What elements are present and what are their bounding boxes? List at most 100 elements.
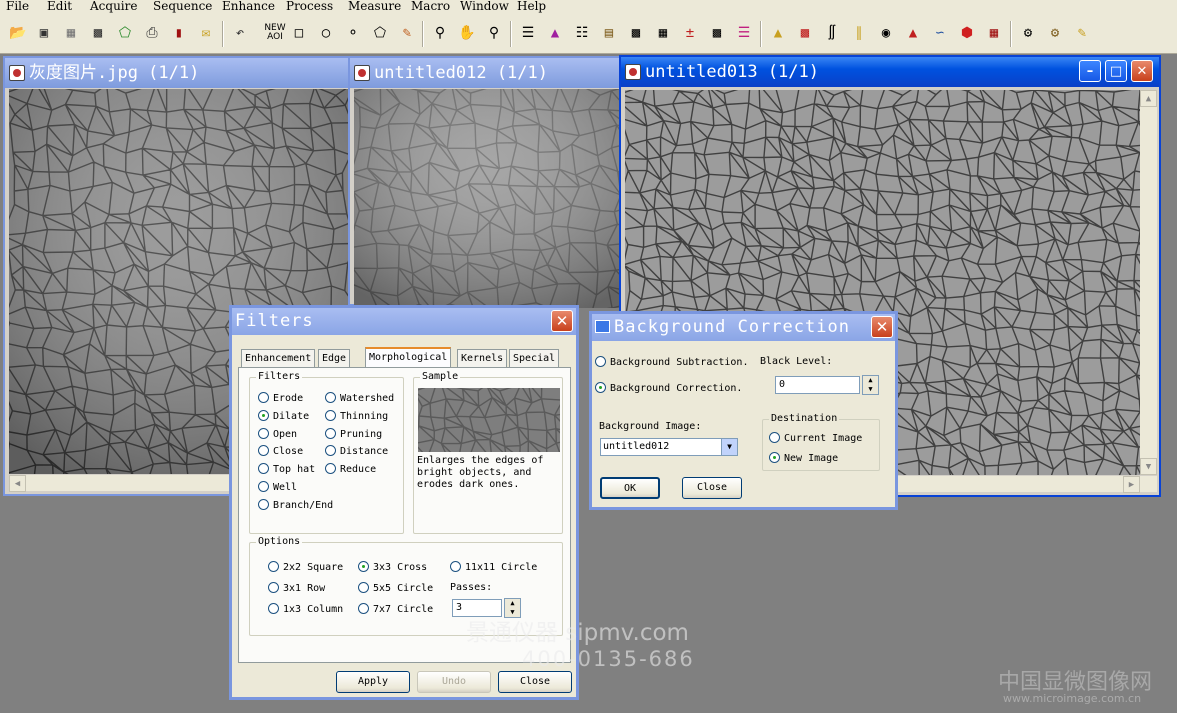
freehand-aoi-icon[interactable]: ⚬ bbox=[342, 22, 364, 44]
menu-process[interactable]: Process bbox=[286, 0, 333, 15]
radio-background-correction[interactable]: Background Correction. bbox=[595, 382, 742, 395]
radio-button[interactable] bbox=[358, 603, 369, 614]
radio-button[interactable] bbox=[258, 392, 269, 403]
radio-button[interactable] bbox=[325, 445, 336, 456]
radio-pruning[interactable]: Pruning bbox=[325, 428, 382, 441]
radio-branch-end[interactable]: Branch/End bbox=[258, 499, 333, 512]
ok-button[interactable]: OK bbox=[600, 477, 660, 499]
radio-7x7-circle[interactable]: 7x7 Circle bbox=[358, 603, 433, 616]
tab-morphological[interactable]: Morphological bbox=[365, 347, 452, 367]
script-icon[interactable]: ⚙ bbox=[1044, 22, 1066, 44]
radio-button[interactable] bbox=[325, 463, 336, 474]
tiles-icon[interactable]: ▩ bbox=[706, 22, 728, 44]
radio-button[interactable] bbox=[258, 463, 269, 474]
radio-button[interactable] bbox=[258, 481, 269, 492]
radio-button[interactable] bbox=[258, 445, 269, 456]
layers-icon[interactable]: ▤ bbox=[598, 22, 620, 44]
chevron-down-icon[interactable]: ▼ bbox=[721, 439, 737, 455]
radio-5x5-circle[interactable]: 5x5 Circle bbox=[358, 582, 433, 595]
vertical-scrollbar[interactable]: ▲ ▼ bbox=[1140, 90, 1157, 475]
radio-button[interactable] bbox=[325, 428, 336, 439]
close-button[interactable]: Close bbox=[498, 671, 572, 693]
window-title-bar[interactable]: 灰度图片.jpg (1/1) bbox=[5, 58, 348, 88]
colorize-icon[interactable]: ▩ bbox=[794, 22, 816, 44]
pencil-icon[interactable]: ✎ bbox=[396, 22, 418, 44]
report-icon[interactable]: ▦ bbox=[983, 22, 1005, 44]
spectrum-icon[interactable]: ▲ bbox=[902, 22, 924, 44]
menu-sequence[interactable]: Sequence bbox=[153, 0, 212, 15]
macro-icon[interactable]: ⚙ bbox=[1017, 22, 1039, 44]
measure-icon[interactable]: ∬ bbox=[821, 22, 843, 44]
grid-pattern-icon[interactable]: ▩ bbox=[625, 22, 647, 44]
close-button[interactable]: Close bbox=[682, 477, 742, 499]
scroll-up-arrow[interactable]: ▲ bbox=[1140, 90, 1157, 107]
menu-macro[interactable]: Macro bbox=[411, 0, 450, 15]
radio-button[interactable] bbox=[258, 410, 269, 421]
radio-button[interactable] bbox=[358, 561, 369, 572]
image-window-untitled012[interactable]: untitled012 (1/1) bbox=[347, 56, 641, 317]
radio-button[interactable] bbox=[268, 561, 279, 572]
radio-reduce[interactable]: Reduce bbox=[325, 463, 376, 476]
maximize-button[interactable]: □ bbox=[1105, 60, 1127, 82]
camera-icon[interactable]: ▩ bbox=[87, 22, 109, 44]
radio-button[interactable] bbox=[268, 603, 279, 614]
radio-close[interactable]: Close bbox=[258, 445, 303, 458]
radio-button[interactable] bbox=[769, 432, 780, 443]
book-icon[interactable]: ▮ bbox=[168, 22, 190, 44]
radio-watershed[interactable]: Watershed bbox=[325, 392, 394, 405]
radio-well[interactable]: Well bbox=[258, 481, 297, 494]
radio-2x2-square[interactable]: 2x2 Square bbox=[268, 561, 343, 574]
radio-current-image[interactable]: Current Image bbox=[769, 432, 862, 445]
radio-background-subtraction[interactable]: Background Subtraction. bbox=[595, 356, 748, 369]
dialog-title-bar[interactable]: Background Correction bbox=[592, 314, 895, 341]
close-icon[interactable]: ✕ bbox=[551, 310, 573, 332]
radio-button[interactable] bbox=[358, 582, 369, 593]
grid-icon[interactable]: ▦ bbox=[60, 22, 82, 44]
radio-1x3-column[interactable]: 1x3 Column bbox=[268, 603, 343, 616]
undo-icon[interactable]: ↶ bbox=[229, 22, 251, 44]
radio-distance[interactable]: Distance bbox=[325, 445, 388, 458]
dialog-title-bar[interactable]: Filters bbox=[232, 308, 576, 335]
plot-icon[interactable]: ∽ bbox=[929, 22, 951, 44]
zoom-fit-icon[interactable]: ⚲ bbox=[483, 22, 505, 44]
mail-icon[interactable]: ✉ bbox=[195, 22, 217, 44]
save-icon[interactable]: ▣ bbox=[33, 22, 55, 44]
wand-icon[interactable]: ✎ bbox=[1071, 22, 1093, 44]
radio-button[interactable] bbox=[268, 582, 279, 593]
polygon-aoi-icon[interactable]: ⬠ bbox=[369, 22, 391, 44]
radio-erode[interactable]: Erode bbox=[258, 392, 303, 405]
3d-cube-icon[interactable]: ⬢ bbox=[956, 22, 978, 44]
radio-new-image[interactable]: New Image bbox=[769, 452, 838, 465]
window-title-bar[interactable]: untitled012 (1/1) bbox=[350, 58, 622, 88]
palette-icon[interactable]: ☰ bbox=[733, 22, 755, 44]
menu-edit[interactable]: Edit bbox=[47, 0, 72, 15]
image-canvas[interactable] bbox=[347, 81, 641, 317]
apply-button[interactable]: Apply bbox=[336, 671, 410, 693]
radio-3x1-row[interactable]: 3x1 Row bbox=[268, 582, 325, 595]
binary-icon[interactable]: ▲ bbox=[767, 22, 789, 44]
scroll-right-arrow[interactable]: ▶ bbox=[1123, 476, 1140, 493]
open-icon[interactable]: 📂 bbox=[7, 22, 29, 44]
tab-kernels[interactable]: Kernels bbox=[457, 349, 508, 367]
calibrate-icon[interactable]: ∥ bbox=[848, 22, 870, 44]
select-icon[interactable]: ⬠ bbox=[114, 22, 136, 44]
hand-icon[interactable]: ✋ bbox=[456, 22, 478, 44]
scroll-down-arrow[interactable]: ▼ bbox=[1140, 458, 1157, 475]
radio-top-hat[interactable]: Top hat bbox=[258, 463, 315, 476]
close-icon[interactable]: ✕ bbox=[871, 316, 893, 338]
minimize-button[interactable]: – bbox=[1079, 60, 1101, 82]
radio-3x3-cross[interactable]: 3x3 Cross bbox=[358, 561, 427, 574]
close-button[interactable]: ✕ bbox=[1131, 60, 1153, 82]
menu-acquire[interactable]: Acquire bbox=[90, 0, 137, 15]
zoom-icon[interactable]: ⚲ bbox=[429, 22, 451, 44]
scroll-left-arrow[interactable]: ◀ bbox=[9, 475, 26, 492]
background-image-select[interactable]: untitled012 ▼ bbox=[600, 438, 738, 456]
spin-down-icon[interactable]: ▼ bbox=[863, 385, 878, 394]
radio-button[interactable] bbox=[325, 392, 336, 403]
radio-thinning[interactable]: Thinning bbox=[325, 410, 388, 423]
menu-enhance[interactable]: Enhance bbox=[222, 0, 275, 15]
menu-file[interactable]: File bbox=[6, 0, 29, 15]
radio-button[interactable] bbox=[595, 382, 606, 393]
menu-window[interactable]: Window bbox=[460, 0, 509, 15]
tab-enhancement[interactable]: Enhancement bbox=[241, 349, 316, 367]
